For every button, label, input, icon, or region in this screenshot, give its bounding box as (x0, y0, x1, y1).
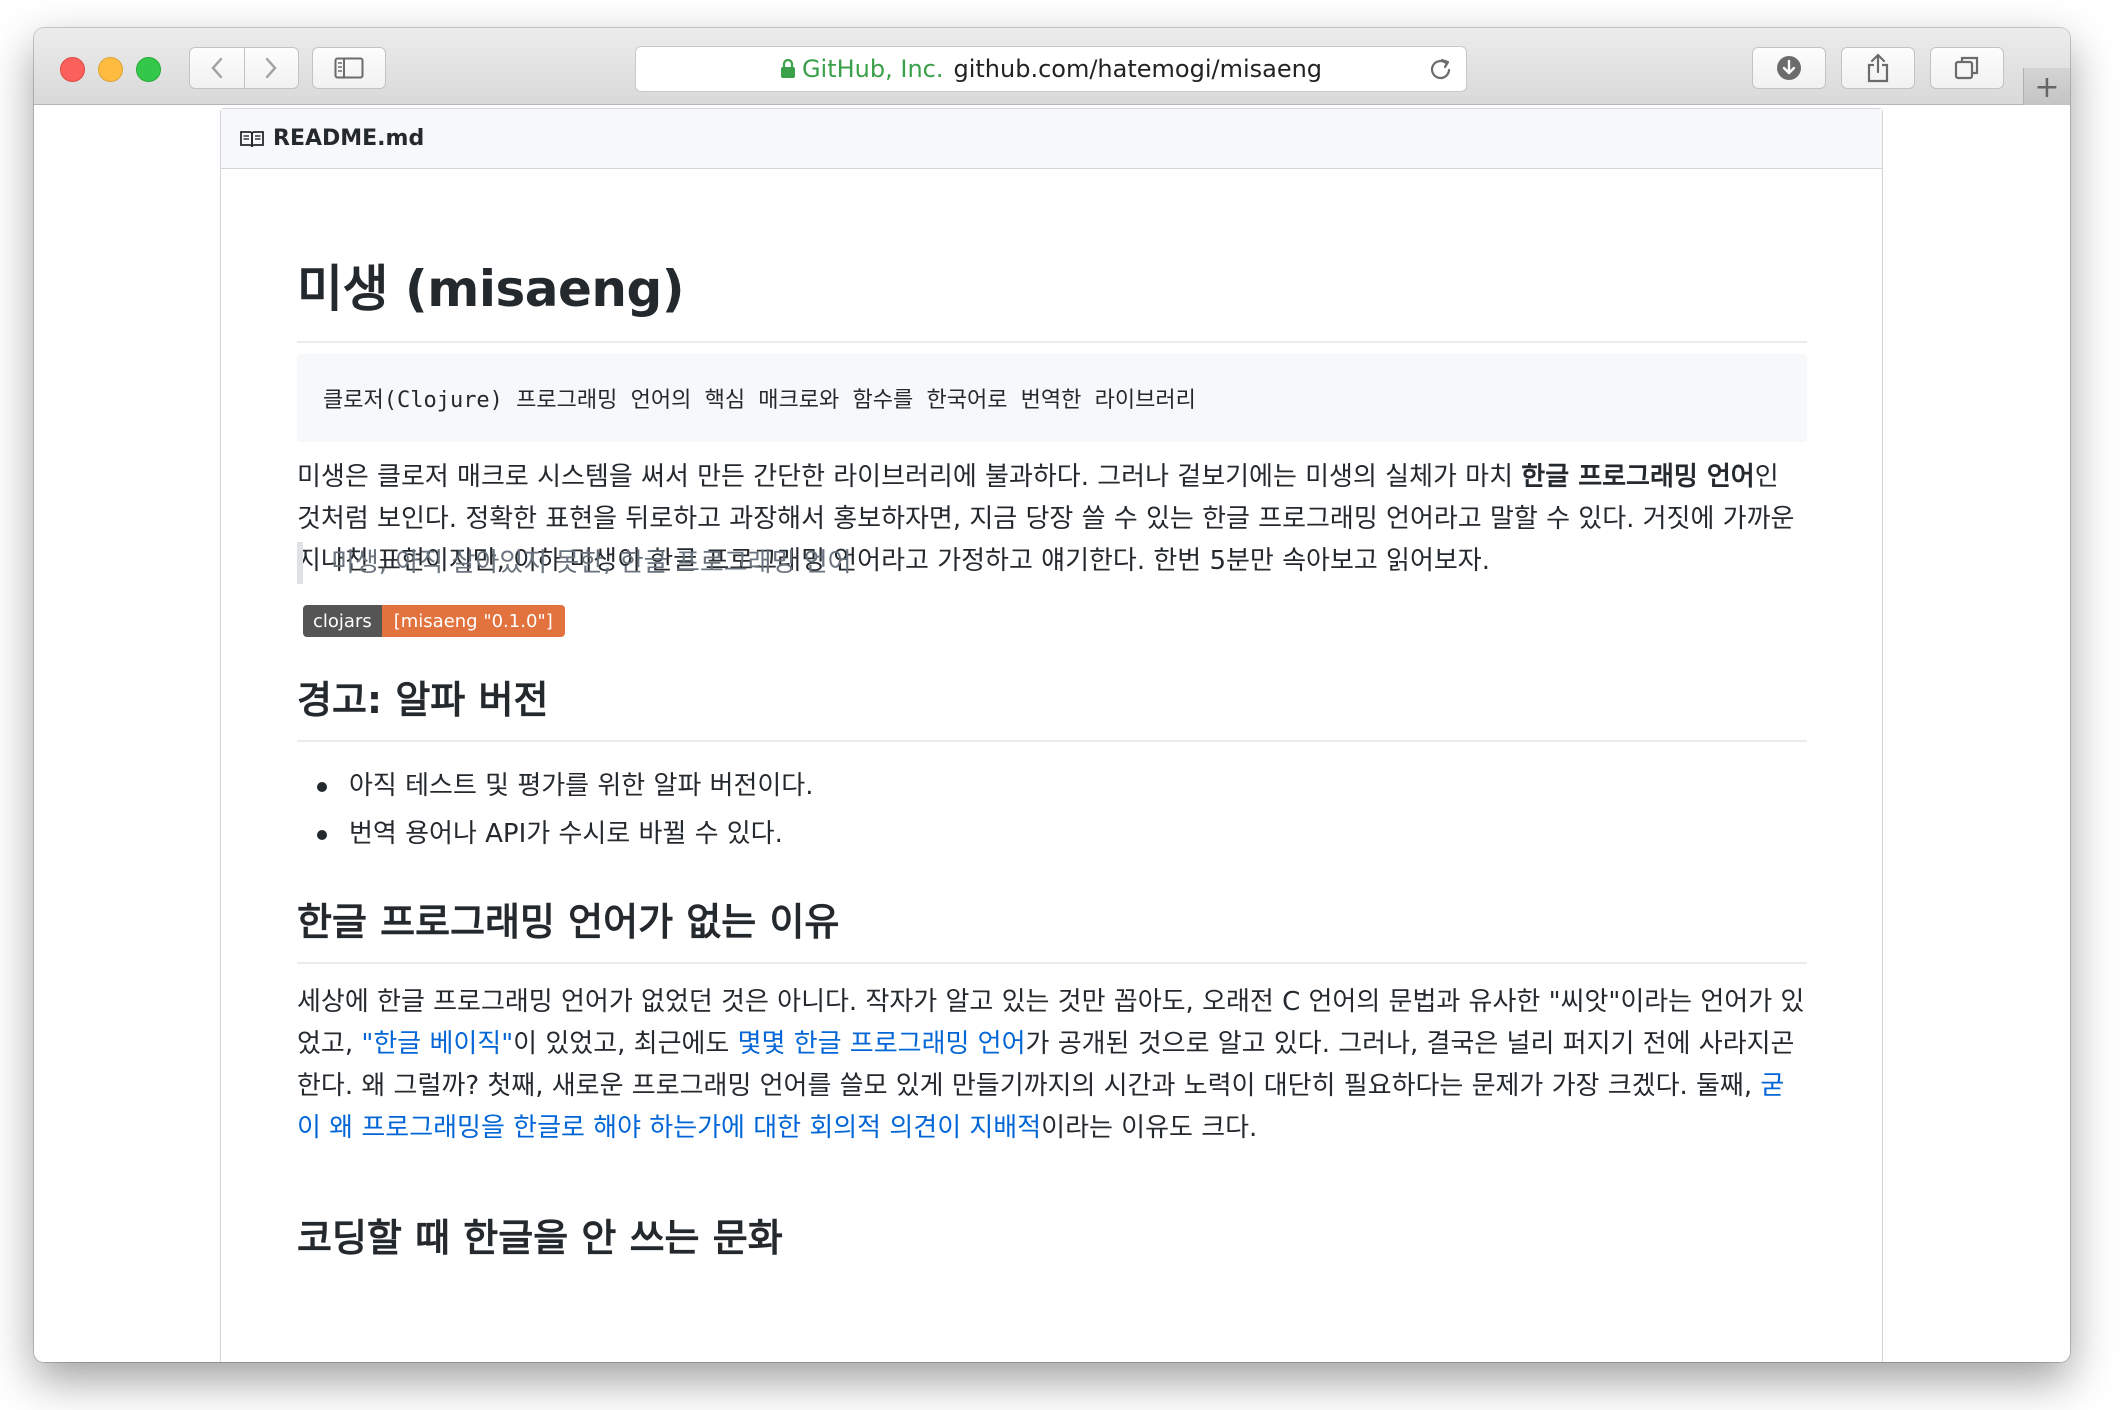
address-bar[interactable]: GitHub, Inc. github.com/hatemogi/misaeng (635, 46, 1467, 92)
browser-toolbar: GitHub, Inc. github.com/hatemogi/misaeng… (34, 28, 2070, 106)
forward-button[interactable] (245, 48, 299, 88)
sidebar-toggle-button[interactable] (312, 47, 386, 89)
warning-list: 아직 테스트 및 평가를 위한 알파 버전이다. 번역 용어나 API가 수시로… (297, 762, 814, 858)
badge-version: [misaeng "0.1.0"] (381, 605, 565, 637)
readme-header: README.md (221, 109, 1882, 169)
page-content: README.md 미생 (misaeng) 클로저(Clojure) 프로그래… (34, 105, 2070, 1362)
zoom-window-button[interactable] (136, 57, 161, 82)
clojars-badge[interactable]: clojars [misaeng "0.1.0"] (303, 605, 565, 637)
download-icon (1777, 56, 1801, 80)
tab-overview-button[interactable] (1930, 47, 2004, 89)
intro-bold-text: 한글 프로그래밍 언어 (1521, 462, 1755, 492)
certificate-org: GitHub, Inc. (801, 55, 944, 83)
intro-text: 미생은 클로저 매크로 시스템을 써서 만든 간단한 라이브러리에 불과하다. … (297, 462, 1522, 492)
share-button[interactable] (1841, 47, 1915, 89)
page-title: 미생 (misaeng) (297, 249, 1807, 343)
reason-text-2: 이 있었고, 최근에도 (513, 1029, 738, 1059)
chevron-left-icon (211, 57, 222, 79)
reason-paragraph: 세상에 한글 프로그래밍 언어가 없었던 것은 아니다. 작자가 알고 있는 것… (297, 981, 1807, 1149)
back-button[interactable] (190, 48, 245, 88)
reason-text-4: 이라는 이유도 크다. (1041, 1113, 1258, 1143)
downloads-button[interactable] (1752, 47, 1826, 89)
tabs-icon (1954, 56, 1979, 80)
chevron-right-icon (266, 57, 277, 79)
reload-icon (1430, 58, 1451, 80)
lock-icon (780, 59, 795, 78)
hangul-languages-link[interactable]: 몇몇 한글 프로그래밍 언어 (738, 1029, 1026, 1059)
list-item: 번역 용어나 API가 수시로 바뀔 수 있다. (297, 810, 814, 858)
blockquote: 미생, 아직 살아있지 못한, 한글 프로그래밍 언어 (297, 542, 852, 584)
share-icon (1867, 53, 1889, 83)
warning-heading: 경고: 알파 버전 (297, 669, 1807, 742)
reason-heading: 한글 프로그래밍 언어가 없는 이유 (297, 891, 1807, 964)
book-icon (240, 130, 264, 147)
navigation-buttons (189, 47, 299, 89)
culture-heading: 코딩할 때 한글을 안 쓰는 문화 (297, 1216, 783, 1260)
list-item: 아직 테스트 및 평가를 위한 알파 버전이다. (297, 762, 814, 810)
browser-window: GitHub, Inc. github.com/hatemogi/misaeng… (34, 28, 2070, 1362)
readme-filename: README.md (273, 126, 425, 151)
code-block: 클로저(Clojure) 프로그래밍 언어의 핵심 매크로와 함수를 한국어로 … (297, 354, 1807, 442)
badge-label: clojars (303, 605, 382, 637)
sidebar-icon (334, 57, 364, 79)
readme-box: README.md 미생 (misaeng) 클로저(Clojure) 프로그래… (220, 108, 1883, 1362)
code-text: 클로저(Clojure) 프로그래밍 언어의 핵심 매크로와 함수를 한국어로 … (323, 388, 1196, 413)
new-tab-button[interactable]: + (2023, 68, 2070, 106)
reload-button[interactable] (1428, 55, 1454, 89)
close-window-button[interactable] (60, 57, 85, 82)
quote-text: 미생, 아직 살아있지 못한, 한글 프로그래밍 언어 (331, 548, 852, 578)
minimize-window-button[interactable] (98, 57, 123, 82)
url-text: github.com/hatemogi/misaeng (953, 55, 1323, 83)
hangul-basic-link[interactable]: "한글 베이직" (361, 1029, 513, 1059)
